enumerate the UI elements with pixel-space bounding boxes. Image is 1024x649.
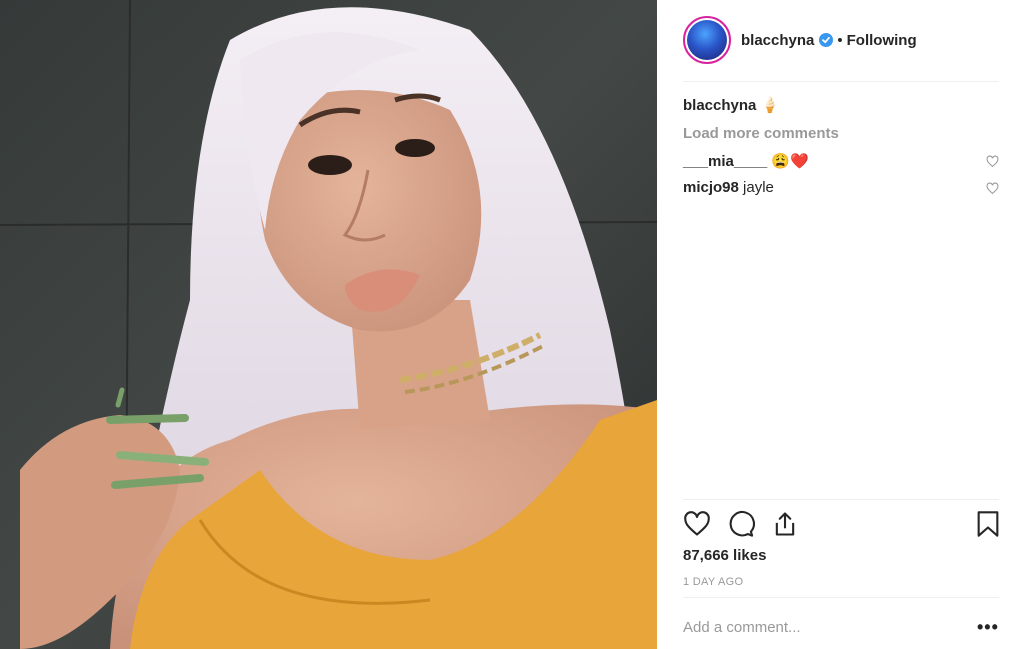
likes-count[interactable]: 87,666 likes — [683, 547, 766, 564]
post-image — [0, 0, 657, 649]
post-header: blacchyna • Following — [683, 14, 999, 66]
post-username[interactable]: blacchyna — [741, 32, 814, 49]
more-options-button[interactable]: ••• — [977, 617, 999, 638]
following-button[interactable]: Following — [847, 32, 917, 49]
add-comment-input[interactable]: Add a comment... — [683, 619, 801, 636]
comment-input-divider — [683, 597, 999, 598]
load-more-comments-button[interactable]: Load more comments — [683, 125, 839, 142]
verified-badge-icon — [819, 33, 834, 47]
caption-text: 🍦 — [760, 97, 780, 114]
separator-dot: • — [837, 31, 843, 49]
post-timestamp[interactable]: 1 DAY AGO — [683, 576, 743, 588]
comment-text: 😩❤️ — [771, 153, 809, 170]
caption-username[interactable]: blacchyna — [683, 97, 756, 114]
comment-username[interactable]: ___mia____ — [683, 153, 767, 170]
comment: micjo98 jayle — [683, 179, 999, 196]
comment: ___mia____ 😩❤️ — [683, 152, 999, 170]
avatar[interactable] — [683, 16, 731, 64]
post-actions — [683, 510, 999, 540]
post-panel: blacchyna • Following blacchyna 🍦 Load m… — [657, 0, 1024, 649]
like-heart-icon[interactable] — [683, 510, 711, 538]
bookmark-icon[interactable] — [975, 510, 1001, 538]
comment-like-heart-icon[interactable] — [986, 155, 999, 168]
comment-text: jayle — [743, 179, 774, 196]
comment-like-heart-icon[interactable] — [986, 182, 999, 195]
comment-username[interactable]: micjo98 — [683, 179, 739, 196]
post-caption: blacchyna 🍦 — [683, 96, 779, 114]
post-photo[interactable] — [0, 0, 657, 649]
comment-bubble-icon[interactable] — [727, 510, 755, 538]
actions-divider — [683, 499, 999, 500]
share-icon[interactable] — [771, 510, 799, 538]
header-divider — [683, 81, 999, 82]
